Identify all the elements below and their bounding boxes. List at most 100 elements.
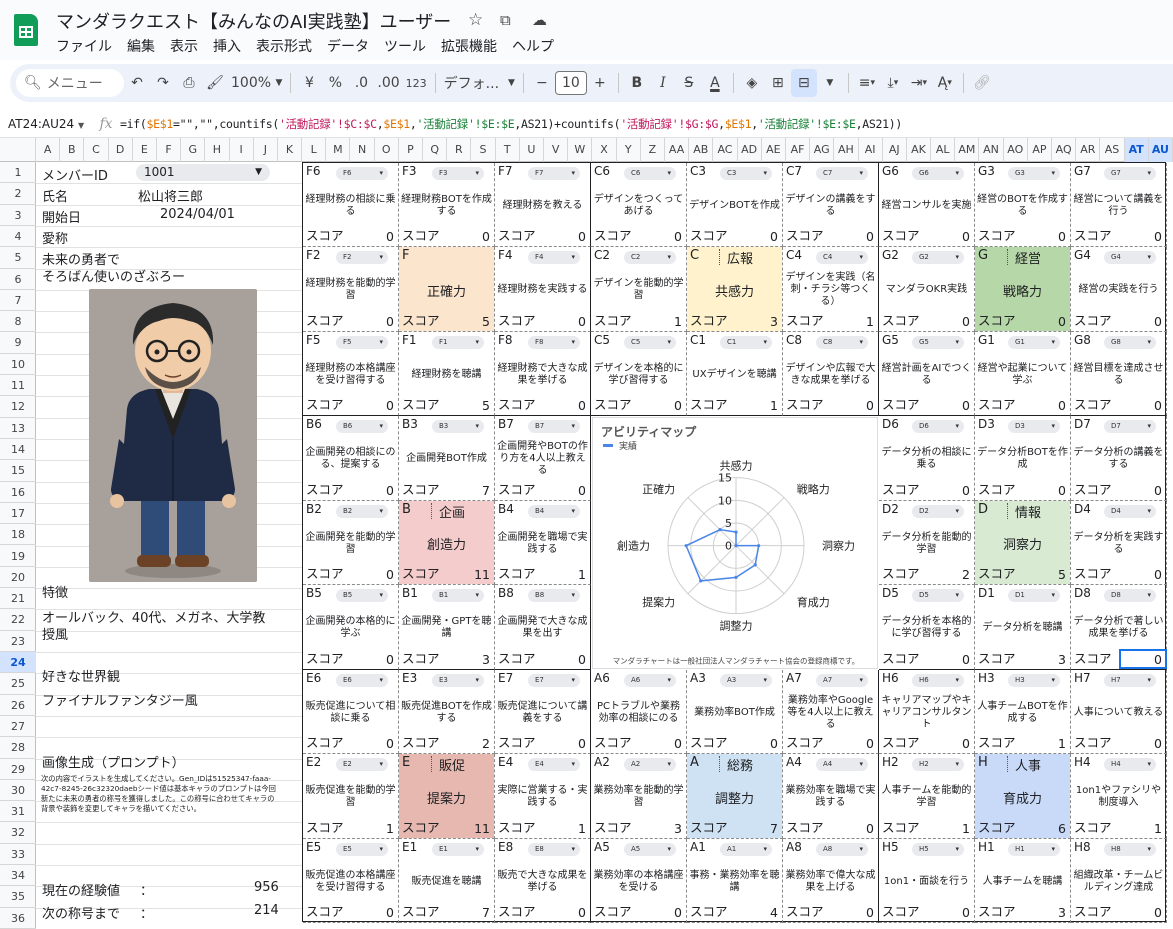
task-code-dropdown[interactable]: D7 (1104, 420, 1156, 434)
row-header[interactable]: 34 (0, 865, 36, 887)
column-header[interactable]: AL (931, 138, 956, 162)
task-cell[interactable]: B2 B2 企画開発を能動的学習スコア 0 (303, 500, 399, 586)
row-header[interactable]: 3 (0, 205, 36, 226)
column-header[interactable]: A (36, 138, 61, 162)
column-header[interactable]: AA (665, 138, 690, 162)
task-cell[interactable]: F3 F3 経理財務BOTを作成するスコア 0 (399, 163, 495, 248)
menu-item[interactable]: 編集 (127, 36, 162, 56)
task-code-dropdown[interactable]: C4 (816, 251, 868, 265)
column-header[interactable]: V (544, 138, 569, 162)
undo-icon[interactable]: ↶ (124, 69, 150, 97)
decimal-increase-button[interactable]: .00 (374, 69, 402, 97)
column-header[interactable]: AI (859, 138, 883, 162)
column-header[interactable]: S (471, 138, 496, 162)
text-wrap-icon[interactable]: ⇥ ▾ (906, 69, 932, 97)
column-header[interactable]: R (447, 138, 472, 162)
horizontal-align-icon[interactable]: ≡ ▾ (854, 69, 880, 97)
task-code-dropdown[interactable]: H5 (912, 842, 964, 856)
task-cell[interactable]: F4 F4 経理財務を実践するスコア 0 (495, 247, 591, 332)
task-code-dropdown[interactable]: H7 (1104, 673, 1156, 687)
row-header[interactable]: 15 (0, 460, 36, 482)
task-cell[interactable]: G5 G5 経営計画をAIでつくるスコア 0 (879, 331, 975, 417)
task-cell[interactable]: E7 E7 販売促進について講義をするスコア 0 (495, 669, 591, 755)
font-size-input[interactable]: 10 (554, 71, 587, 95)
task-cell[interactable]: B5 B5 企画開発の本格的に学ぶスコア 0 (303, 585, 399, 670)
column-header[interactable]: N (350, 138, 375, 162)
task-cell[interactable]: F7 F7 経理財務を教えるスコア 0 (495, 163, 591, 248)
task-code-dropdown[interactable]: A2 (624, 758, 676, 772)
task-cell[interactable]: C7 C7 デザインの講義をするスコア 0 (783, 163, 879, 248)
row-header[interactable]: 16 (0, 482, 36, 503)
cloud-status-icon[interactable]: ☁ (532, 11, 547, 29)
task-code-dropdown[interactable]: D3 (1008, 420, 1060, 434)
category-center-cell[interactable]: F 正確力 スコア 5 (399, 247, 495, 332)
task-code-dropdown[interactable]: G7 (1104, 167, 1156, 180)
row-header[interactable]: 29 (0, 759, 36, 780)
task-code-dropdown[interactable]: A6 (624, 673, 676, 687)
task-code-dropdown[interactable]: H3 (1008, 673, 1060, 687)
task-cell[interactable]: H4 H4 1on1やファシリや制度導入スコア 1 (1071, 754, 1167, 839)
column-header[interactable]: H (205, 138, 230, 162)
row-header[interactable]: 23 (0, 631, 36, 653)
task-cell[interactable]: E1 E1 販売促進を聴講スコア 7 (399, 838, 495, 923)
row-header[interactable]: 24 (0, 652, 36, 674)
column-header[interactable]: U (520, 138, 545, 162)
task-code-dropdown[interactable]: C1 (720, 335, 772, 349)
category-center-cell[interactable]: B 企画 創造力 スコア 11 (399, 500, 495, 586)
task-code-dropdown[interactable]: G4 (1104, 251, 1156, 265)
row-header[interactable]: 28 (0, 737, 36, 759)
task-code-dropdown[interactable]: E6 (336, 673, 388, 687)
task-code-dropdown[interactable]: E3 (432, 673, 484, 687)
menu-item[interactable]: ヘルプ (512, 36, 561, 56)
row-header[interactable]: 6 (0, 269, 36, 290)
task-cell[interactable]: D8 D8 データ分析で著しい成果を挙げるスコア 0 (1071, 585, 1167, 670)
task-code-dropdown[interactable]: C8 (816, 335, 868, 349)
task-code-dropdown[interactable]: C5 (624, 335, 676, 349)
column-header[interactable]: AD (738, 138, 762, 162)
task-cell[interactable]: B6 B6 企画開発の相談にのる、提案するスコア 0 (303, 416, 399, 501)
row-header[interactable]: 18 (0, 524, 36, 546)
task-cell[interactable]: B8 B8 企画開発で大きな成果を出すスコア 0 (495, 585, 591, 670)
category-center-cell[interactable]: H 人事 育成力 スコア 6 (975, 754, 1071, 839)
task-cell[interactable]: D4 D4 データ分析を実践するスコア 0 (1071, 500, 1167, 586)
move-to-folder-icon[interactable]: ⧉ (500, 11, 511, 29)
document-title[interactable]: マンダラクエスト【みんなのAI実践塾】ユーザー (56, 8, 451, 34)
fill-color-icon[interactable]: ◈ (739, 69, 765, 97)
row-header[interactable]: 22 (0, 609, 36, 631)
task-code-dropdown[interactable]: E8 (528, 842, 580, 856)
task-cell[interactable]: E4 E4 実際に営業する・実践するスコア 1 (495, 754, 591, 839)
column-header[interactable]: AP (1028, 138, 1053, 162)
formula-input[interactable]: =if($E$1="","",countifs('活動記録'!$C:$C,$E$… (120, 116, 902, 132)
column-header[interactable]: I (230, 138, 254, 162)
task-cell[interactable]: D2 D2 データ分析を能動的学習スコア 2 (879, 500, 975, 586)
task-cell[interactable]: B1 B1 企画開発・GPTを聴講スコア 3 (399, 585, 495, 670)
row-header[interactable]: 17 (0, 503, 36, 525)
decimal-decrease-button[interactable]: .0 (348, 69, 374, 97)
task-cell[interactable]: E6 E6 販売促進について相談に乗るスコア 0 (303, 669, 399, 755)
row-header[interactable]: 33 (0, 844, 36, 866)
task-cell[interactable]: G6 G6 経営コンサルを実施スコア 0 (879, 163, 975, 248)
row-header[interactable]: 13 (0, 418, 36, 439)
column-header[interactable]: K (278, 138, 303, 162)
column-header[interactable]: AC (713, 138, 738, 162)
column-header[interactable]: O (375, 138, 399, 162)
task-code-dropdown[interactable]: B5 (336, 589, 388, 603)
task-code-dropdown[interactable]: G2 (912, 251, 964, 265)
column-header[interactable]: AS (1100, 138, 1125, 162)
row-header[interactable]: 35 (0, 886, 36, 908)
column-header[interactable]: F (157, 138, 182, 162)
column-header[interactable]: G (181, 138, 206, 162)
row-header[interactable]: 27 (0, 716, 36, 738)
task-cell[interactable]: H6 H6 キャリアマップやキャリアコンサルタントスコア 0 (879, 669, 975, 755)
column-header[interactable]: AN (979, 138, 1004, 162)
print-icon[interactable]: ⎙ (176, 69, 202, 97)
task-code-dropdown[interactable]: A4 (816, 758, 868, 772)
task-code-dropdown[interactable]: E2 (336, 758, 388, 772)
column-header[interactable]: C (84, 138, 109, 162)
task-cell[interactable]: B3 B3 企画開発BOT作成スコア 7 (399, 416, 495, 501)
menu-item[interactable]: 拡張機能 (441, 36, 504, 56)
menu-search[interactable]: 🔍︎ メニュー (16, 69, 124, 97)
font-select[interactable]: デフォ... ▼ (441, 69, 518, 97)
select-all-corner[interactable] (0, 138, 36, 162)
category-center-cell[interactable]: C 広報 共感力 スコア 3 (687, 247, 783, 332)
